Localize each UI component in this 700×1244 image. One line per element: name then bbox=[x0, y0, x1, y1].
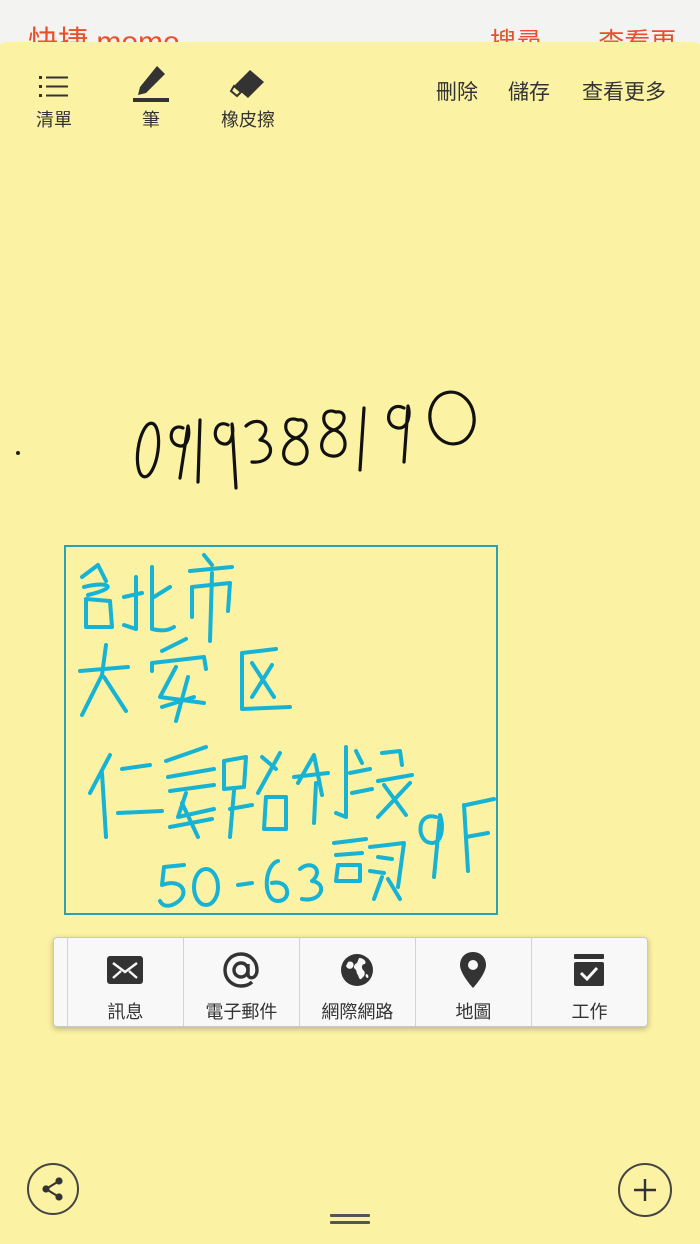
eraser-tool-label: 橡皮擦 bbox=[221, 110, 275, 131]
context-menu-email[interactable]: 電子郵件 bbox=[184, 938, 300, 1026]
email-icon bbox=[221, 938, 261, 998]
pen-tool-label: 筆 bbox=[142, 110, 160, 131]
context-menu-email-label: 電子郵件 bbox=[205, 1002, 278, 1023]
handwriting-selection-box[interactable] bbox=[64, 545, 498, 915]
context-menu-message[interactable]: 訊息 bbox=[68, 938, 184, 1026]
list-tool-button[interactable]: 清單 bbox=[19, 60, 89, 132]
drag-handle[interactable] bbox=[330, 1214, 370, 1224]
list-tool-label: 清單 bbox=[36, 110, 72, 131]
pen-icon bbox=[116, 60, 186, 102]
context-menu-task-label: 工作 bbox=[571, 1002, 608, 1023]
more-button[interactable]: 查看更多 bbox=[582, 76, 666, 106]
ink-dot bbox=[16, 451, 20, 455]
save-button[interactable]: 儲存 bbox=[508, 76, 550, 106]
context-menu-internet[interactable]: 網際網路 bbox=[300, 938, 416, 1026]
add-button[interactable] bbox=[618, 1163, 672, 1217]
share-icon bbox=[42, 1177, 63, 1201]
background-app-header: 快捷 memo 搜尋 查看更多 bbox=[0, 0, 700, 44]
pen-tool-button[interactable]: 筆 bbox=[116, 60, 186, 132]
context-menu-map-label: 地圖 bbox=[455, 1002, 492, 1023]
context-menu-task[interactable]: 工作 bbox=[532, 938, 647, 1026]
delete-button[interactable]: 刪除 bbox=[436, 76, 478, 106]
share-button[interactable] bbox=[27, 1163, 79, 1215]
context-menu-map[interactable]: 地圖 bbox=[416, 938, 532, 1026]
handwritten-address[interactable] bbox=[66, 547, 500, 917]
context-menu-message-label: 訊息 bbox=[107, 1002, 144, 1023]
globe-icon bbox=[339, 938, 375, 998]
context-menu: 訊息 電子郵件 網際網路 地圖 工作 bbox=[53, 937, 648, 1027]
list-icon bbox=[19, 60, 89, 102]
handwritten-number[interactable] bbox=[128, 370, 488, 500]
eraser-tool-button[interactable]: 橡皮擦 bbox=[213, 60, 283, 132]
context-menu-internet-label: 網際網路 bbox=[321, 1002, 394, 1023]
message-icon bbox=[106, 938, 144, 998]
map-pin-icon bbox=[459, 938, 487, 998]
context-menu-lead bbox=[54, 938, 68, 1026]
plus-icon bbox=[634, 1179, 656, 1201]
task-icon bbox=[573, 938, 605, 998]
eraser-icon bbox=[213, 60, 283, 102]
